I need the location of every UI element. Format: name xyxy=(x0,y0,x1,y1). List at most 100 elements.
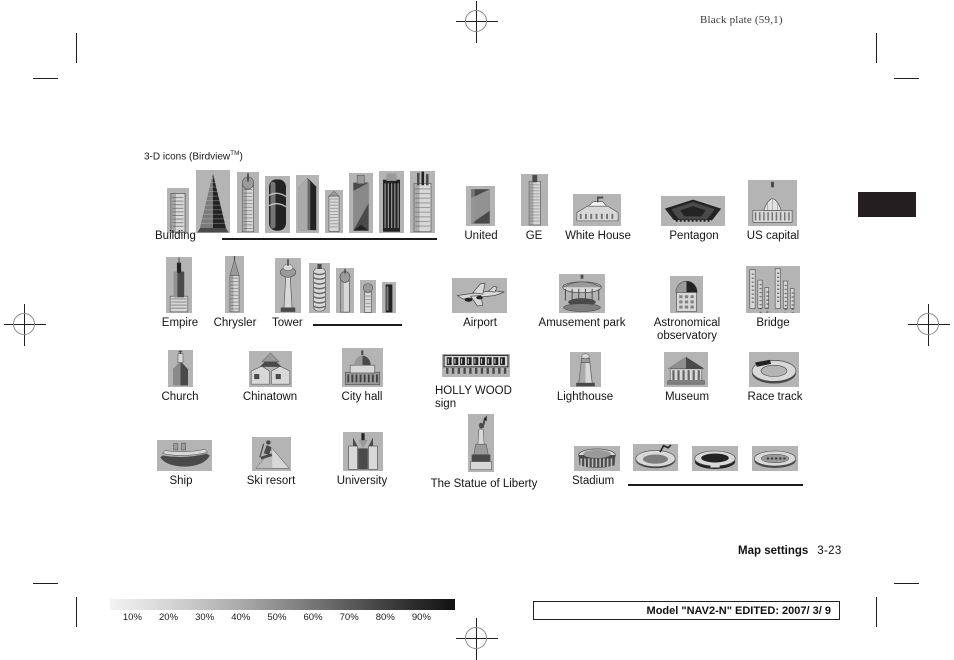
thumb-index-tab xyxy=(858,192,916,217)
icon-label: US capital xyxy=(746,230,800,242)
registration-mark-bottom xyxy=(456,618,498,660)
race-track-icon xyxy=(749,352,799,387)
grayscale-label: 10% xyxy=(122,612,142,623)
footer-page-number: 3-23 xyxy=(817,545,842,557)
building-twin-tower xyxy=(410,171,435,233)
building-skyscraper-1 xyxy=(167,188,189,233)
section-caption-close: ) xyxy=(239,151,243,163)
registration-mark-right xyxy=(908,304,950,346)
building-spire-tower xyxy=(237,172,259,233)
icon-label: Stadium xyxy=(572,475,615,487)
grayscale-label: 50% xyxy=(267,612,287,623)
building-slim-tower xyxy=(325,190,343,233)
city-hall-icon xyxy=(342,348,383,387)
group-rule-line xyxy=(313,324,402,326)
grayscale-label: 70% xyxy=(339,612,359,623)
grayscale-label: 30% xyxy=(195,612,215,623)
hollywood-sign-icon xyxy=(442,354,510,377)
grayscale-label: 80% xyxy=(375,612,395,623)
model-info-text: Model "NAV2-N" EDITED: 2007/ 3/ 9 xyxy=(646,605,831,617)
tower-spiral xyxy=(309,263,330,313)
united-building xyxy=(466,186,495,226)
white-house-building xyxy=(573,194,621,226)
grayscale-label: 60% xyxy=(303,612,323,623)
icon-group-stadium: Stadium xyxy=(572,475,614,487)
grayscale-calibration-strip xyxy=(110,599,455,610)
building-rounded-tower xyxy=(265,176,290,233)
footer-chapter-title: Map settings xyxy=(738,545,809,557)
ski-resort-icon xyxy=(252,437,291,471)
crop-mark-top-right-vertical xyxy=(876,33,877,63)
icon-group-building: Building xyxy=(155,230,196,242)
airport-icon xyxy=(452,278,507,313)
tower-short xyxy=(360,280,376,313)
icon-group-holly-wood: HOLLY WOOD sign xyxy=(435,385,512,410)
ship-icon xyxy=(157,440,212,471)
crop-mark-bottom-left-vertical xyxy=(76,597,77,627)
grayscale-label: 40% xyxy=(231,612,251,623)
icon-group-us-capital: US capital xyxy=(703,230,843,242)
group-rule-line xyxy=(628,484,803,486)
stadium-round-4 xyxy=(752,446,798,471)
ge-building xyxy=(521,174,548,226)
building-pyramid-tower xyxy=(196,170,230,233)
icon-group-city-hall: City hall xyxy=(292,391,432,403)
icon-group-amusement-park: Amusement park xyxy=(512,317,652,329)
building-dark-tower xyxy=(379,171,404,233)
crop-mark-top-left-horizontal xyxy=(33,78,58,79)
university-icon xyxy=(343,432,383,471)
icon-group-bridge: Bridge xyxy=(703,317,843,329)
group-rule-line xyxy=(222,238,437,240)
icon-group-the-statue-of-liberty: The Statue of Liberty xyxy=(414,478,554,490)
us-capitol-building xyxy=(748,180,797,226)
tower-capsule xyxy=(336,268,354,313)
chrysler-building xyxy=(225,256,244,313)
museum-icon xyxy=(664,352,708,387)
crop-mark-top-left-vertical xyxy=(76,33,77,63)
footer-chapter: Map settings 3-23 xyxy=(738,545,842,557)
icon-group-race-track: Race track xyxy=(705,391,845,403)
stadium-round-1 xyxy=(574,446,620,471)
grayscale-label: 20% xyxy=(159,612,179,623)
icon-label: The Statue of Liberty xyxy=(430,478,538,490)
icon-group-university: University xyxy=(292,475,432,487)
icon-label-line-2: sign xyxy=(435,397,457,410)
pentagon-building xyxy=(661,196,725,226)
trademark-superscript: TM xyxy=(230,150,240,157)
icon-label: Building xyxy=(155,230,196,242)
tower-observation xyxy=(275,258,301,313)
crop-mark-bottom-right-horizontal xyxy=(894,583,919,584)
crop-mark-bottom-right-vertical xyxy=(876,597,877,627)
crop-mark-top-right-horizontal xyxy=(894,78,919,79)
building-prism-tower xyxy=(296,175,319,233)
bridge-icon xyxy=(746,266,800,313)
tower-slim-dark xyxy=(382,282,396,313)
church-icon xyxy=(168,350,193,387)
icon-label: HOLLY WOOD xyxy=(435,385,512,397)
stadium-round-2 xyxy=(633,444,678,471)
black-plate-label: Black plate (59,1) xyxy=(700,14,783,26)
icon-label: University xyxy=(336,475,388,487)
grayscale-label: 90% xyxy=(411,612,431,623)
manual-page: Black plate (59,1) 3-D icons (BirdviewTM… xyxy=(0,0,954,660)
model-info-box: Model "NAV2-N" EDITED: 2007/ 3/ 9 xyxy=(533,601,840,620)
icon-label: Amusement park xyxy=(538,317,626,329)
building-angled-tower xyxy=(349,173,373,233)
icon-label: Race track xyxy=(747,391,803,403)
chinatown-icon xyxy=(249,351,292,387)
astronomical-observatory-icon xyxy=(670,276,703,313)
registration-mark-top xyxy=(456,1,498,43)
registration-mark-left xyxy=(4,304,46,346)
icon-label: City hall xyxy=(341,391,383,403)
icon-label: Tower xyxy=(272,317,303,329)
grayscale-scale-labels: 10% 20% 30% 40% 50% 60% 70% 80% 90% xyxy=(110,612,455,626)
icon-label: Bridge xyxy=(756,317,790,329)
empire-state-building xyxy=(166,257,192,313)
stadium-round-3 xyxy=(692,446,738,471)
amusement-park-icon xyxy=(559,274,605,313)
section-caption-text: 3-D icons (Birdview xyxy=(144,151,231,163)
statue-of-liberty-icon xyxy=(468,414,494,472)
lighthouse-icon xyxy=(570,352,601,387)
section-caption: 3-D icons (BirdviewTM) xyxy=(144,150,243,162)
icon-group-tower: Tower xyxy=(272,317,303,329)
